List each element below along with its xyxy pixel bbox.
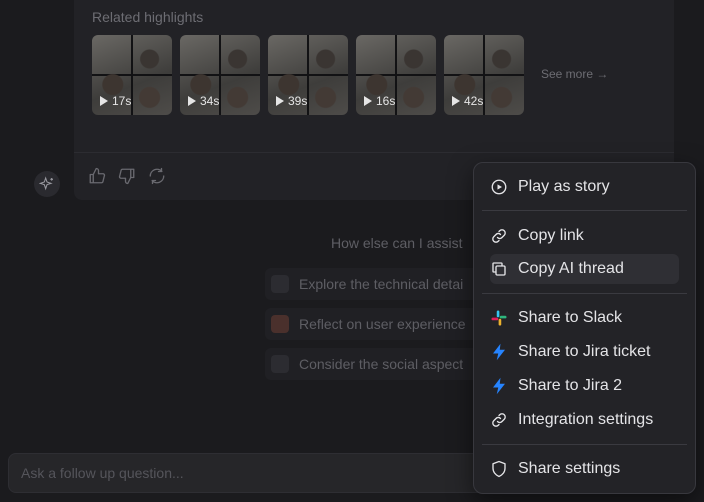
suggestion-label: Explore the technical detai [299,276,464,292]
menu-item-label: Share to Jira ticket [518,343,651,360]
thumbs-down-icon[interactable] [118,167,136,185]
menu-item-label: Share to Jira 2 [518,377,623,394]
copy-icon [490,260,508,278]
menu-item-label: Copy AI thread [518,260,624,277]
menu-item-copy-ai-thread[interactable]: Copy AI thread [490,254,679,284]
play-icon [452,96,460,106]
menu-item-label: Integration settings [518,411,654,428]
suggestion-label: Consider the social aspect [299,356,464,372]
divider [74,152,674,153]
suggestion-item[interactable]: Reflect on user experience [265,308,505,340]
menu-item-play-as-story[interactable]: Play as story [490,172,679,202]
menu-item-label: Share to Slack [518,309,623,326]
menu-item-share-settings[interactable]: Share settings [490,454,679,484]
play-icon [100,96,108,106]
menu-divider [482,444,687,445]
highlight-clip[interactable]: 34s [180,35,260,115]
clip-duration: 39s [288,94,308,108]
jira-icon [490,377,508,395]
user-experience-icon [271,315,289,333]
follow-up-input[interactable]: Ask a follow up question... [8,453,528,493]
refresh-icon[interactable] [148,167,166,185]
clip-duration: 16s [376,94,396,108]
play-icon [188,96,196,106]
see-more-link[interactable]: See more → [541,67,608,81]
follow-up-placeholder: Ask a follow up question... [21,465,184,481]
highlight-clip[interactable]: 39s [268,35,348,115]
highlight-clip[interactable]: 42s [444,35,524,115]
feedback-row [88,167,166,185]
link-icon [490,411,508,429]
menu-divider [482,210,687,211]
social-icon [271,355,289,373]
menu-item-share-to-jira-2[interactable]: Share to Jira 2 [490,371,679,401]
suggestion-label: Reflect on user experience [299,316,466,332]
menu-item-copy-link[interactable]: Copy link [490,221,679,251]
share-menu: Play as story Copy link Copy AI thread S… [473,162,696,494]
menu-item-label: Play as story [518,178,610,195]
menu-divider [482,293,687,294]
thumbs-up-icon[interactable] [88,167,106,185]
related-highlights-title: Related highlights [92,9,204,25]
slack-icon [490,309,508,327]
menu-item-share-to-slack[interactable]: Share to Slack [490,303,679,333]
highlight-thumbnails: 17s 34s 39s 16s 42s [92,35,524,115]
highlight-clip[interactable]: 17s [92,35,172,115]
ai-sparkle-icon [34,171,60,197]
shield-icon [490,460,508,478]
jira-icon [490,343,508,361]
play-icon [364,96,372,106]
play-circle-icon [490,178,508,196]
suggestions-title: How else can I assist [331,235,463,251]
clip-duration: 17s [112,94,132,108]
link-icon [490,227,508,245]
menu-item-label: Share settings [518,460,621,477]
menu-item-integration-settings[interactable]: Integration settings [490,405,679,435]
highlight-clip[interactable]: 16s [356,35,436,115]
menu-item-label: Copy link [518,227,584,244]
menu-item-share-to-jira-ticket[interactable]: Share to Jira ticket [490,337,679,367]
suggestion-item[interactable]: Consider the social aspect [265,348,505,380]
clip-duration: 42s [464,94,484,108]
suggestion-item[interactable]: Explore the technical detai [265,268,505,300]
code-icon [271,275,289,293]
play-icon [276,96,284,106]
clip-duration: 34s [200,94,220,108]
